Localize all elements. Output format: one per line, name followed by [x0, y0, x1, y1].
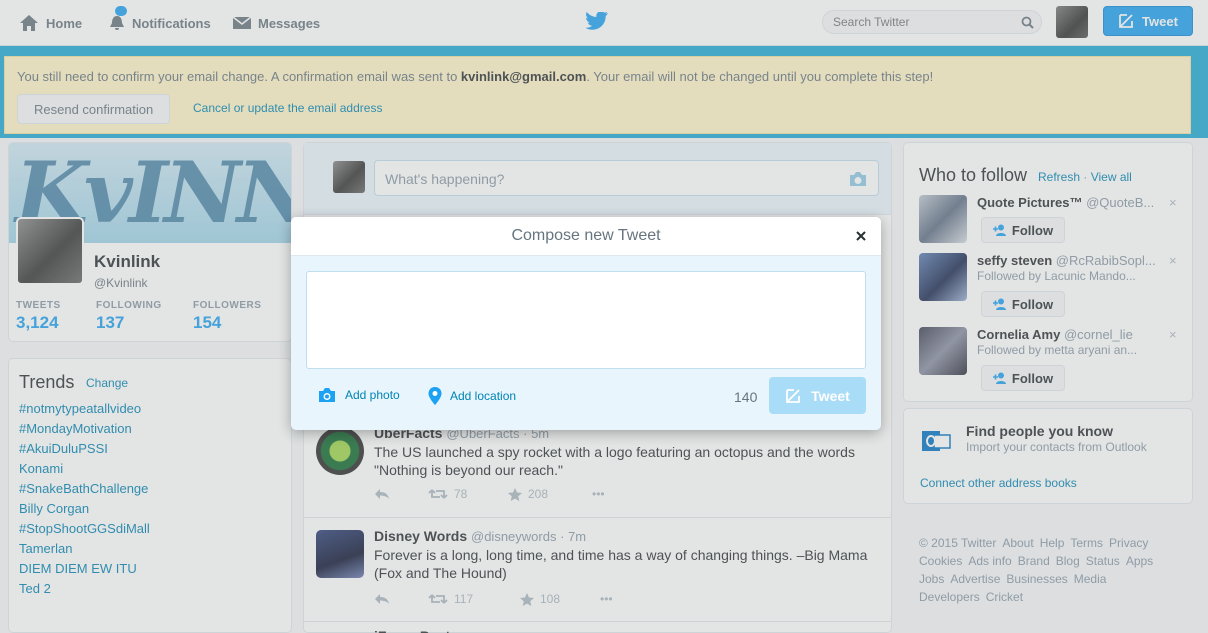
add-location-label: Add location: [450, 389, 517, 403]
tweet-textarea[interactable]: [306, 271, 866, 369]
add-photo-button[interactable]: Add photo: [317, 387, 400, 403]
character-counter: 140: [734, 389, 758, 405]
location-pin-icon: [428, 387, 442, 405]
close-icon[interactable]: [854, 229, 868, 243]
tweet-submit-button[interactable]: Tweet: [769, 377, 866, 414]
compose-quill-icon: [786, 388, 801, 403]
modal-header: Compose new Tweet: [291, 217, 881, 256]
camera-icon: [319, 388, 335, 402]
modal-title: Compose new Tweet: [511, 227, 661, 244]
add-photo-label: Add photo: [345, 388, 400, 402]
tweet-submit-label: Tweet: [811, 387, 850, 404]
compose-tweet-modal: Compose new Tweet Add photo Add location…: [291, 217, 881, 430]
add-location-button[interactable]: Add location: [428, 387, 516, 405]
